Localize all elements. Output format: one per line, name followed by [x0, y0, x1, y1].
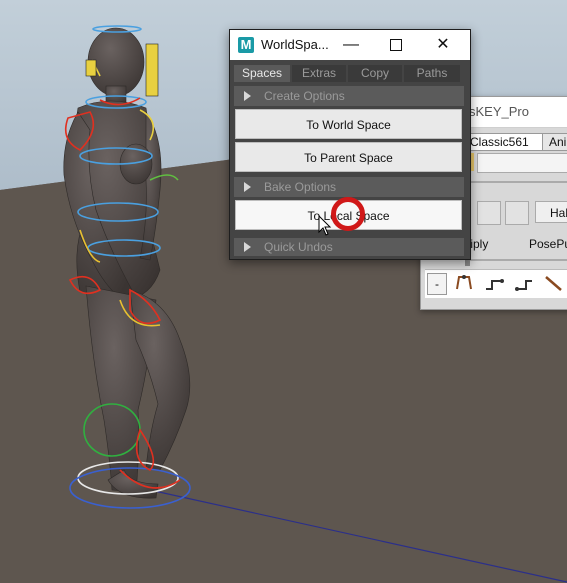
curve-linear-icon[interactable] — [543, 273, 565, 293]
poskey-box-1[interactable] — [477, 201, 501, 225]
window-title: WorldSpa... — [261, 37, 329, 52]
expand-triangle-icon — [244, 91, 251, 101]
curve-step-icon[interactable] — [483, 273, 505, 293]
poskey-tab-classic[interactable]: Classic561 — [465, 133, 545, 151]
to-parent-space-button[interactable]: To Parent Space — [235, 142, 462, 172]
worldspace-titlebar[interactable]: M WorldSpa... — ✕ — [230, 30, 470, 60]
tab-paths[interactable]: Paths — [404, 65, 460, 82]
poskey-slider-bottom[interactable] — [465, 254, 567, 266]
tab-extras[interactable]: Extras — [292, 65, 346, 82]
poskey-half-button[interactable]: Hal — [535, 201, 567, 223]
section-undos-label: Quick Undos — [264, 240, 333, 254]
to-world-space-button[interactable]: To World Space — [235, 109, 462, 139]
close-icon[interactable]: ✕ — [432, 34, 454, 56]
poskey-ease-button[interactable]: Ea — [477, 153, 567, 173]
click-highlight-marker — [331, 197, 365, 231]
poskey-tab-anim[interactable]: Ani — [542, 133, 567, 151]
mouse-cursor-icon — [318, 215, 332, 236]
section-bake-options[interactable]: Bake Options — [234, 177, 464, 197]
section-quick-undos[interactable]: Quick Undos — [234, 238, 464, 256]
minimize-icon[interactable]: — — [340, 34, 362, 56]
maya-logo-icon: M — [238, 37, 254, 53]
maximize-icon[interactable] — [385, 34, 407, 56]
poskey-box-2[interactable] — [505, 201, 529, 225]
pose-stand-icon[interactable] — [453, 273, 475, 293]
section-create-label: Create Options — [264, 89, 345, 103]
poskey-posepush-label: PosePu — [529, 237, 567, 251]
curve-flat-icon[interactable] — [513, 273, 535, 293]
poskey-minus-button[interactable]: - — [427, 273, 447, 295]
expand-triangle-icon — [244, 182, 251, 192]
poskey-slider-top[interactable] — [469, 181, 567, 183]
section-create-options[interactable]: Create Options — [234, 86, 464, 106]
tab-copy[interactable]: Copy — [348, 65, 402, 82]
section-bake-label: Bake Options — [264, 180, 337, 194]
expand-triangle-icon — [244, 242, 251, 252]
tab-spaces[interactable]: Spaces — [234, 65, 290, 82]
